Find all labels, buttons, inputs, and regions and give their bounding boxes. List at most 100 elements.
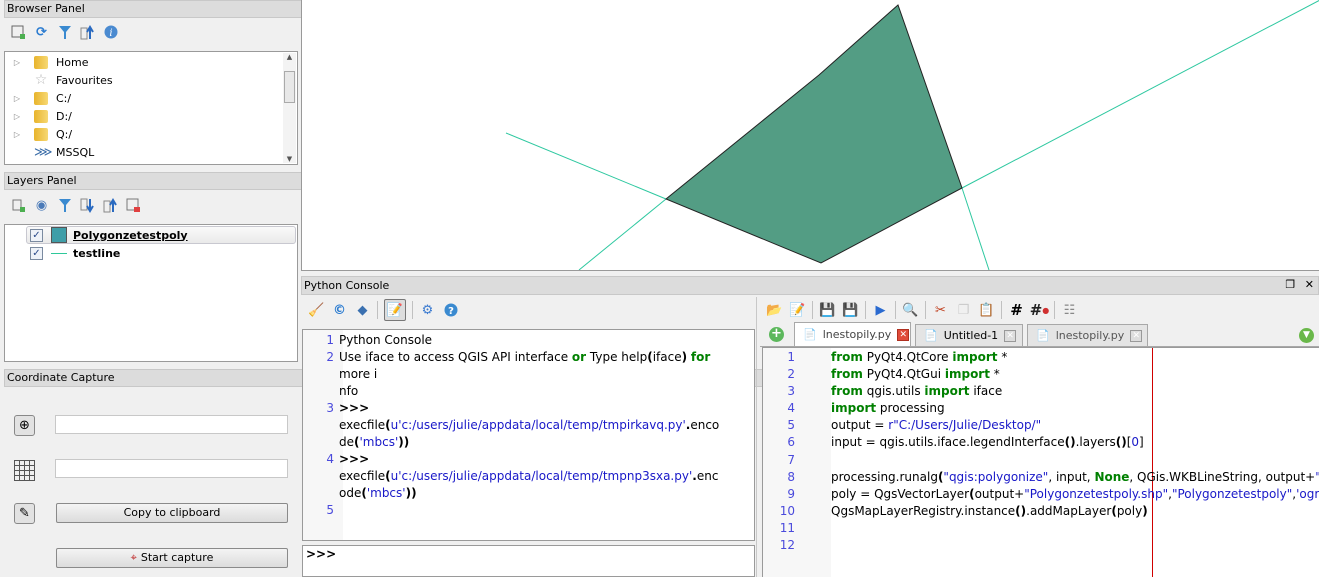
settings-icon[interactable]: ⚙: [419, 302, 436, 319]
map-canvas[interactable]: [301, 0, 1319, 271]
run-command-icon[interactable]: ◆: [354, 302, 371, 319]
line-number: 4: [326, 452, 334, 466]
show-editor-icon[interactable]: 📝: [384, 299, 406, 321]
editor-tab[interactable]: 📄 lnestopily.py ✕: [794, 322, 911, 346]
import-class-icon[interactable]: ©: [331, 302, 348, 319]
console-line: 4 >>> execfile(u'c:/users/julie/appdata/l…: [303, 451, 753, 502]
open-file-icon[interactable]: 📂: [766, 302, 783, 319]
console-line-text: Use iface to access QGIS API interface o…: [339, 350, 711, 398]
layer-row-line[interactable]: ✓ testline: [30, 244, 297, 262]
clear-console-icon[interactable]: 🧹: [308, 302, 325, 319]
add-layer-icon[interactable]: [10, 24, 27, 41]
browser-item-label: D:/: [56, 109, 72, 123]
properties-icon[interactable]: i: [102, 24, 119, 41]
coordinate-capture-title: Coordinate Capture: [7, 371, 115, 384]
layer-visibility-checkbox[interactable]: ✓: [30, 228, 43, 242]
console-line: 5: [303, 502, 753, 519]
copy-to-clipboard-button[interactable]: Copy to clipboard: [56, 503, 288, 523]
save-as-icon[interactable]: 💾: [842, 302, 859, 319]
close-icon[interactable]: ✕: [1305, 278, 1314, 291]
editor-tab[interactable]: 📄 Untitled-1 ✕: [915, 324, 1023, 346]
code-line: 3 from qgis.utils import iface: [763, 383, 1319, 400]
star-icon: ☆: [34, 72, 48, 88]
remove-layer-icon[interactable]: [125, 197, 142, 214]
code-line: 10 QgsMapLayerRegistry.instance().addMapL…: [763, 503, 1319, 520]
grid-icon[interactable]: [14, 460, 35, 481]
visibility-icon[interactable]: ◉: [33, 197, 50, 214]
object-inspector-icon[interactable]: ☷: [1061, 302, 1078, 319]
crs-globe-icon[interactable]: ⊕: [14, 415, 35, 436]
close-tab-icon[interactable]: ✕: [897, 328, 910, 341]
run-script-icon[interactable]: ▶: [872, 302, 889, 319]
float-icon[interactable]: ❐: [1285, 278, 1295, 291]
coordinate-field-2[interactable]: [55, 459, 288, 478]
collapse-all-icon[interactable]: [79, 24, 96, 41]
testline-feature: [578, 198, 667, 270]
find-icon[interactable]: 🔍: [902, 302, 919, 319]
mouse-track-icon[interactable]: ✎: [14, 503, 35, 524]
code-line: 6 input = qgis.utils.iface.legendInterfac…: [763, 434, 1319, 451]
expand-arrow-icon[interactable]: ▷: [10, 94, 24, 103]
refresh-icon[interactable]: ⟳: [33, 24, 50, 41]
code-line-text: poly = QgsVectorLayer(output+"Polygonzet…: [831, 486, 1319, 501]
line-number: 11: [779, 520, 795, 535]
help-icon[interactable]: ?: [442, 302, 459, 319]
coordinate-field-1[interactable]: [55, 415, 288, 434]
expand-arrow-icon[interactable]: ▷: [10, 58, 24, 67]
line-number: 4: [787, 401, 795, 416]
collapse-all-icon[interactable]: [102, 197, 119, 214]
open-in-external-editor-icon[interactable]: 📝: [789, 302, 806, 319]
uncomment-icon[interactable]: # ●: [1030, 301, 1050, 319]
browser-panel-title: Browser Panel: [7, 2, 85, 15]
browser-scrollbar[interactable]: ▲ ▼: [283, 53, 296, 163]
paste-icon[interactable]: 📋: [978, 302, 995, 319]
add-group-icon[interactable]: [10, 197, 27, 214]
mssql-icon: ⋙: [34, 144, 53, 160]
folder-icon: [34, 55, 48, 69]
browser-item[interactable]: ☆ Favourites: [5, 71, 297, 89]
close-tab-icon[interactable]: ✕: [1130, 329, 1143, 342]
console-output[interactable]: 1 Python Console 2 Use iface to access QGIS…: [302, 329, 755, 541]
line-number: 2: [326, 350, 334, 364]
browser-item[interactable]: ▷ Home: [5, 53, 297, 71]
layer-name: testline: [73, 246, 121, 260]
expand-arrow-icon[interactable]: ▷: [10, 130, 24, 139]
console-input[interactable]: >>>: [302, 545, 755, 577]
save-icon[interactable]: 💾: [819, 302, 836, 319]
layer-visibility-checkbox[interactable]: ✓: [30, 246, 43, 260]
browser-item[interactable]: ▷ C:/: [5, 89, 297, 107]
browser-item[interactable]: ▷ D:/: [5, 107, 297, 125]
start-capture-button[interactable]: ⌖ Start capture: [56, 548, 288, 568]
polygon-symbol-icon: [51, 227, 67, 243]
tab-list-dropdown-icon[interactable]: ▼: [1299, 328, 1314, 343]
console-line: 2 Use iface to access QGIS API interface …: [303, 349, 753, 400]
browser-item[interactable]: ⋙ MSSQL: [5, 143, 297, 161]
cut-icon[interactable]: ✂: [932, 302, 949, 319]
polygon-feature: [665, 4, 963, 264]
browser-item-label: Q:/: [56, 127, 73, 141]
close-tab-icon[interactable]: ✕: [1004, 329, 1017, 342]
code-line-text: QgsMapLayerRegistry.instance().addMapLay…: [831, 503, 1148, 518]
crosshair-icon: ⌖: [130, 551, 137, 564]
browser-item[interactable]: ▷ Q:/: [5, 125, 297, 143]
console-line-text: >>> execfile(u'c:/users/julie/appdata/lo…: [339, 452, 719, 500]
expand-all-icon[interactable]: [79, 197, 96, 214]
browser-toolbar: ⟳ i: [4, 19, 298, 45]
filter-icon[interactable]: [56, 24, 73, 41]
editor-tab[interactable]: 📄 lnestopily.py ✕: [1027, 324, 1148, 346]
comment-icon[interactable]: #: [1008, 301, 1025, 319]
new-tab-icon[interactable]: +: [769, 327, 784, 342]
layer-row-polygon[interactable]: ✓ Polygonzetestpoly: [26, 226, 296, 244]
code-line: 11: [763, 520, 1319, 537]
copy-icon[interactable]: ❐: [955, 302, 972, 319]
editor-tab-bar: + 📄 lnestopily.py ✕ 📄 Untitled-1 ✕ 📄 lne…: [760, 322, 1319, 347]
browser-tree: ▷ Home ☆ Favourites ▷ C:/▷ D:/▷ Q:/⋙ MSSQL ▲ ▼: [4, 51, 298, 165]
code-line-text: from PyQt4.QtCore import *: [831, 350, 1008, 364]
expand-arrow-icon[interactable]: ▷: [10, 112, 24, 121]
line-number: 10: [779, 503, 795, 518]
document-icon: 📄: [803, 328, 817, 341]
code-editor[interactable]: 1 from PyQt4.QtCore import * 2 from PyQt4.Q…: [762, 347, 1319, 577]
code-line-text: output = r"C:/Users/Julie/Desktop/": [831, 418, 1042, 433]
document-icon: 📄: [1036, 329, 1050, 342]
filter-icon[interactable]: [56, 197, 73, 214]
